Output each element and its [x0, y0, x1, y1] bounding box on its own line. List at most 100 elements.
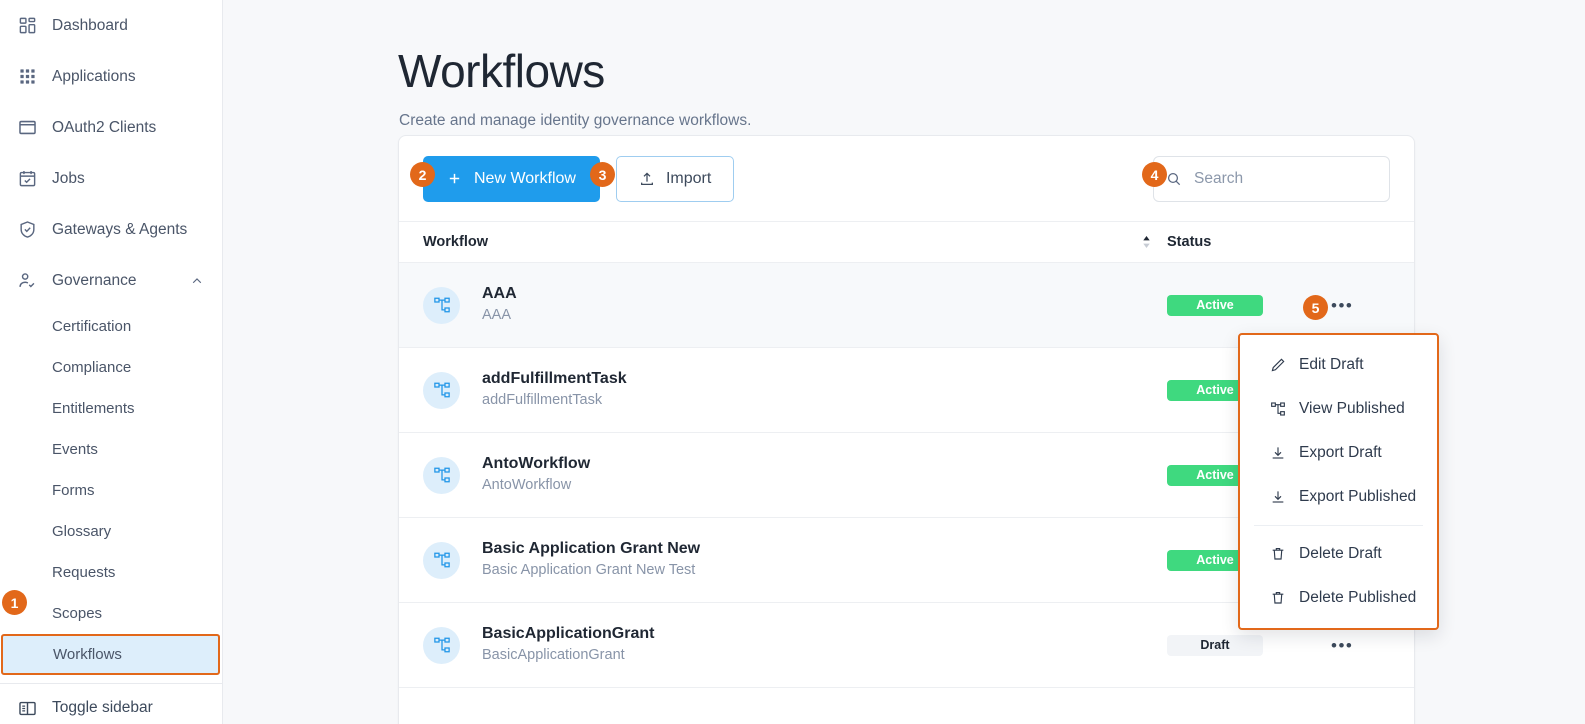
workflow-description: BasicApplicationGrant	[482, 647, 625, 664]
workflow-status-cell: Draft •••	[1143, 634, 1390, 656]
menu-item-edit-draft[interactable]: Edit Draft	[1240, 343, 1437, 387]
chevron-up-icon[interactable]	[190, 274, 204, 288]
sidebar-item-applications[interactable]: Applications	[0, 51, 222, 102]
pencil-icon	[1270, 357, 1286, 373]
sidebar-subitem-label: Forms	[52, 482, 95, 499]
sidebar-subitem-label: Entitlements	[52, 400, 135, 417]
status-badge: Active	[1167, 294, 1263, 316]
toggle-sidebar-label: Toggle sidebar	[52, 699, 153, 716]
sidebar-item-dashboard[interactable]: Dashboard	[0, 0, 222, 51]
sidebar-item-scopes[interactable]: Scopes	[0, 593, 222, 634]
menu-item-export-published[interactable]: Export Published	[1240, 475, 1437, 519]
workflow-description: Basic Application Grant New Test	[482, 562, 696, 579]
sidebar-subitem-label: Glossary	[52, 523, 112, 540]
sidebar-item-governance[interactable]: Governance	[0, 255, 222, 306]
import-label: Import	[665, 169, 712, 187]
menu-item-delete-published[interactable]: Delete Published	[1240, 576, 1437, 620]
page-title: Workflows	[398, 45, 605, 97]
menu-item-view-published[interactable]: View Published	[1240, 387, 1437, 431]
search-input[interactable]	[1194, 170, 1374, 188]
menu-item-export-draft[interactable]: Export Draft	[1240, 431, 1437, 475]
dashboard-icon	[16, 15, 38, 37]
row-actions-menu-button[interactable]: •••	[1331, 297, 1353, 314]
upload-icon	[639, 171, 655, 187]
sidebar-subitem-label: Scopes	[52, 605, 103, 622]
sidebar-item-glossary[interactable]: Glossary	[0, 511, 222, 552]
import-button[interactable]: Import	[615, 155, 735, 202]
workflow-info: BasicApplicationGrant BasicApplicationGr…	[482, 623, 1143, 668]
sidebar-item-entitlements[interactable]: Entitlements	[0, 388, 222, 429]
sidebar-item-workflows[interactable]: Workflows	[1, 634, 220, 675]
workflow-description: AAA	[482, 307, 512, 324]
workflow-name: AAA	[482, 284, 517, 302]
menu-item-delete-draft[interactable]: Delete Draft	[1240, 532, 1437, 576]
new-workflow-button[interactable]: New Workflow	[423, 155, 600, 202]
user-check-icon	[16, 270, 38, 292]
sidebar-item-label: OAuth2 Clients	[52, 118, 157, 136]
sitemap-icon	[423, 286, 460, 324]
sidebar-item-oauth2-clients[interactable]: OAuth2 Clients	[0, 102, 222, 153]
sitemap-icon	[423, 541, 460, 579]
workflow-description: AntoWorkflow	[482, 477, 572, 494]
toggle-sidebar-button[interactable]: Toggle sidebar	[0, 684, 222, 724]
page-subtitle: Create and manage identity governance wo…	[399, 112, 752, 129]
menu-separator	[1254, 525, 1423, 526]
step-badge-5: 5	[1303, 295, 1328, 320]
workflow-info: AntoWorkflow AntoWorkflow	[482, 453, 1143, 498]
sidebar-item-certification[interactable]: Certification	[0, 306, 222, 347]
sidebar-item-requests[interactable]: Requests	[0, 552, 222, 593]
sitemap-icon	[423, 626, 460, 664]
sidebar-subitem-label: Workflows	[53, 646, 122, 663]
step-badge-1: 1	[2, 590, 27, 615]
sidebar-subitem-label: Certification	[52, 318, 132, 335]
trash-icon	[1270, 546, 1286, 562]
sidebar-item-jobs[interactable]: Jobs	[0, 153, 222, 204]
window-icon	[16, 117, 38, 139]
column-header-workflow[interactable]: Workflow	[423, 234, 1141, 250]
sidebar-item-events[interactable]: Events	[0, 429, 222, 470]
sidebar-subitem-label: Events	[52, 441, 98, 458]
status-badge: Draft	[1167, 634, 1263, 656]
main-content: Workflows Create and manage identity gov…	[223, 0, 1585, 724]
menu-item-label: Delete Published	[1299, 589, 1417, 606]
column-header-status: Status	[1143, 234, 1390, 250]
app-root: Dashboard Applications OAuth2 Clients Jo…	[0, 0, 1585, 724]
step-badge-2: 2	[410, 162, 435, 187]
workflow-name: AntoWorkflow	[482, 454, 591, 472]
sitemap-icon	[1270, 401, 1286, 417]
menu-item-label: Edit Draft	[1299, 356, 1364, 373]
calendar-check-icon	[16, 168, 38, 190]
sidebar-item-label: Gateways & Agents	[52, 220, 188, 238]
step-badge-4: 4	[1142, 162, 1167, 187]
workflow-name: addFulfillmentTask	[482, 369, 627, 387]
search-box[interactable]	[1153, 156, 1390, 202]
workflow-name: BasicApplicationGrant	[482, 624, 655, 642]
workflow-status-cell: Active •••	[1143, 294, 1390, 316]
row-actions-menu-button[interactable]: •••	[1331, 637, 1353, 654]
workflow-name: Basic Application Grant New	[482, 539, 701, 557]
menu-item-label: Export Draft	[1299, 444, 1382, 461]
sidebar-item-label: Applications	[52, 67, 136, 85]
trash-icon	[1270, 590, 1286, 606]
table-header: Workflow Status	[399, 221, 1414, 263]
sidebar-item-label: Dashboard	[52, 16, 128, 34]
sidebar-subitem-label: Compliance	[52, 359, 132, 376]
sitemap-icon	[423, 371, 460, 409]
sidebar: Dashboard Applications OAuth2 Clients Jo…	[0, 0, 223, 724]
row-actions-dropdown: Edit Draft View Published Export Draft E…	[1238, 333, 1439, 630]
column-header-label: Workflow	[423, 234, 488, 250]
sidebar-item-forms[interactable]: Forms	[0, 470, 222, 511]
download-icon	[1270, 445, 1286, 461]
sidebar-item-gateways-agents[interactable]: Gateways & Agents	[0, 204, 222, 255]
column-header-label: Status	[1167, 234, 1212, 250]
menu-item-label: Export Published	[1299, 488, 1417, 505]
sidebar-item-compliance[interactable]: Compliance	[0, 347, 222, 388]
workflows-toolbar: New Workflow Import	[399, 136, 1414, 221]
sidebar-item-label: Governance	[52, 271, 137, 289]
panel-left-icon	[16, 697, 38, 719]
sidebar-subitem-label: Requests	[52, 564, 116, 581]
menu-item-label: Delete Draft	[1299, 545, 1382, 562]
workflow-description: addFulfillmentTask	[482, 392, 603, 409]
menu-item-label: View Published	[1299, 400, 1405, 417]
shield-check-icon	[16, 219, 38, 241]
